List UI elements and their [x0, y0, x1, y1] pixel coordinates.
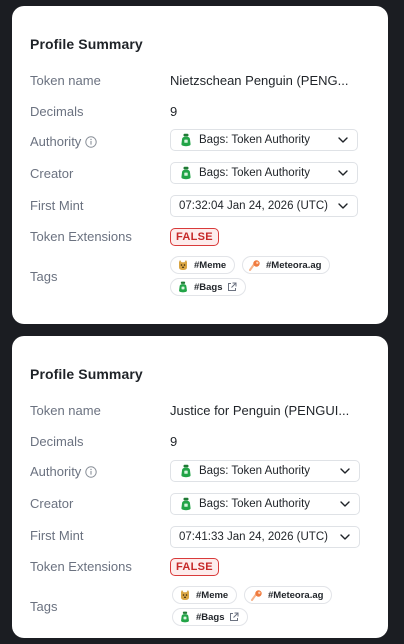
- creator-select-value: Bags: Token Authority: [199, 167, 311, 179]
- token-name-value: Nietzschean Penguin (PENG...: [170, 73, 349, 88]
- authority-label: Authority: [30, 464, 98, 481]
- chevron-down-icon: [337, 134, 349, 146]
- decimals-label: Decimals: [30, 434, 84, 449]
- profile-summary-card: Profile Summary Token name Justice for P…: [12, 336, 388, 638]
- first-mint-value: 07:32:04 Jan 24, 2026 (UTC): [179, 200, 328, 212]
- tag-meme[interactable]: #Meme: [170, 256, 236, 274]
- bags-money-bag-icon: [181, 611, 189, 623]
- first-mint-value: 07:41:33 Jan 24, 2026 (UTC): [179, 531, 328, 543]
- token-extensions-badge: FALSE: [170, 558, 219, 576]
- creator-select[interactable]: Bags: Token Authority: [170, 493, 360, 515]
- first-mint-select[interactable]: 07:41:33 Jan 24, 2026 (UTC): [170, 526, 360, 548]
- tags-label: Tags: [30, 269, 58, 284]
- authority-label: Authority: [30, 134, 98, 151]
- card-title: Profile Summary: [30, 366, 143, 382]
- external-link-icon[interactable]: [229, 612, 239, 622]
- chevron-down-icon: [337, 167, 349, 179]
- authority-select-value: Bags: Token Authority: [199, 134, 311, 146]
- meme-dog-icon: [179, 260, 187, 270]
- tag-bags-label: #Bags: [196, 611, 225, 623]
- creator-select[interactable]: Bags: Token Authority: [170, 162, 358, 184]
- info-circle-icon[interactable]: [85, 136, 98, 151]
- tag-meteora[interactable]: #Meteora.ag: [244, 586, 333, 604]
- tag-meteora-label: #Meteora.ag: [268, 589, 324, 601]
- tag-bags[interactable]: #Bags: [172, 608, 248, 626]
- meme-dog-icon: [181, 590, 189, 600]
- token-name-label: Token name: [30, 403, 101, 418]
- creator-label: Creator: [30, 166, 74, 181]
- decimals-value: 9: [170, 104, 178, 119]
- decimals-label: Decimals: [30, 104, 84, 119]
- chevron-down-icon: [339, 498, 351, 510]
- info-circle-icon[interactable]: [85, 466, 98, 481]
- tag-meme-label: #Meme: [196, 589, 229, 601]
- chevron-down-icon: [339, 531, 351, 543]
- token-extensions-label: Token Extensions: [30, 229, 132, 244]
- bags-money-bag-icon: [179, 281, 187, 293]
- creator-label: Creator: [30, 496, 74, 511]
- creator-select-value: Bags: Token Authority: [199, 498, 311, 510]
- token-name-label: Token name: [30, 73, 101, 88]
- bags-money-bag-icon: [181, 133, 191, 147]
- authority-select[interactable]: Bags: Token Authority: [170, 460, 360, 482]
- external-link-icon[interactable]: [227, 282, 237, 292]
- authority-label-text: Authority: [30, 464, 82, 479]
- tag-bags-label: #Bags: [194, 281, 223, 293]
- card-title: Profile Summary: [30, 36, 143, 52]
- chevron-down-icon: [337, 200, 349, 212]
- bags-money-bag-icon: [181, 497, 191, 511]
- tag-meme-label: #Meme: [194, 259, 227, 271]
- meteora-comet-icon: [249, 260, 260, 271]
- bags-money-bag-icon: [181, 166, 191, 180]
- bags-money-bag-icon: [181, 464, 191, 478]
- chevron-down-icon: [339, 465, 351, 477]
- token-extensions-label: Token Extensions: [30, 559, 132, 574]
- authority-label-text: Authority: [30, 134, 82, 149]
- authority-select-value: Bags: Token Authority: [199, 465, 311, 477]
- tag-meteora-label: #Meteora.ag: [266, 259, 322, 271]
- decimals-value: 9: [170, 434, 178, 449]
- tag-meteora[interactable]: #Meteora.ag: [242, 256, 331, 274]
- profile-summary-card: Profile Summary Token name Nietzschean P…: [12, 6, 388, 324]
- token-extensions-badge: FALSE: [170, 228, 219, 246]
- first-mint-select[interactable]: 07:32:04 Jan 24, 2026 (UTC): [170, 195, 358, 217]
- first-mint-label: First Mint: [30, 528, 84, 543]
- authority-select[interactable]: Bags: Token Authority: [170, 129, 358, 151]
- tag-bags[interactable]: #Bags: [170, 278, 246, 296]
- token-name-value: Justice for Penguin (PENGUI...: [170, 403, 350, 418]
- tags-label: Tags: [30, 599, 58, 614]
- meteora-comet-icon: [251, 590, 262, 601]
- tag-meme[interactable]: #Meme: [172, 586, 238, 604]
- first-mint-label: First Mint: [30, 198, 84, 213]
